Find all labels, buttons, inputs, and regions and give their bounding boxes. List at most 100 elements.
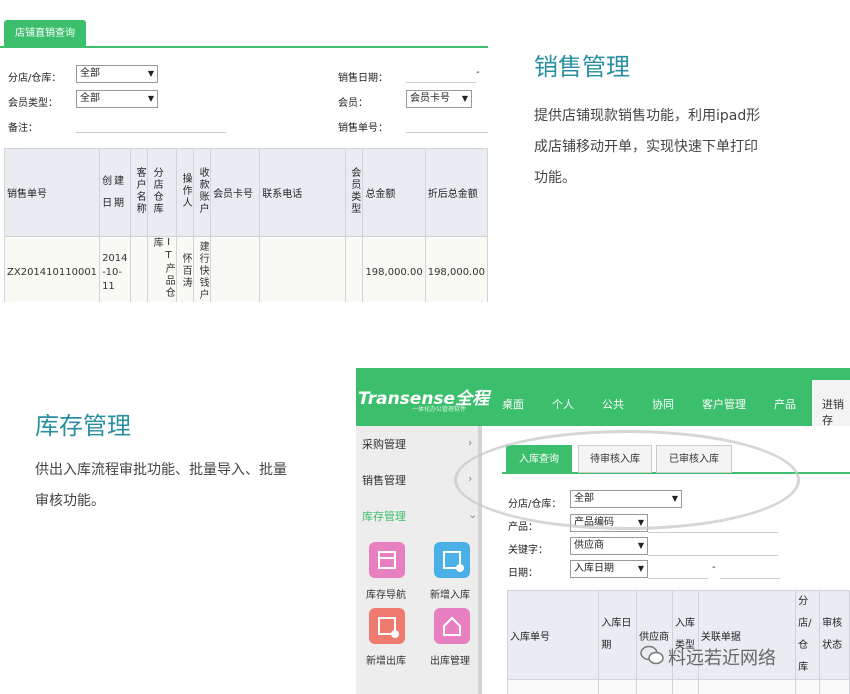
col-member-type[interactable]: 会员类型 xyxy=(348,167,360,215)
sale-date-start-input[interactable] xyxy=(406,82,476,83)
nav-product[interactable]: 产品 xyxy=(774,396,796,412)
col-stock-in-no[interactable]: 入库单号 xyxy=(506,590,600,680)
dropdown-arrow-icon: ▼ xyxy=(461,94,468,103)
date-select-value: 入库日期 xyxy=(574,563,614,574)
sales-heading: 销售管理 xyxy=(534,53,630,81)
cell-phone xyxy=(259,236,346,302)
col-store[interactable]: 分店仓库 xyxy=(150,167,162,215)
date-label: 日期： xyxy=(508,568,538,579)
sale-no-label: 销售单号： xyxy=(338,123,388,134)
dropdown-arrow-icon: ▼ xyxy=(637,564,644,573)
member-label: 会员： xyxy=(338,98,368,109)
col-customer-name[interactable]: 客户名称 xyxy=(133,167,145,215)
brand-tagline: 一体化办公管理软件 xyxy=(412,406,467,413)
col-created-date[interactable]: 创建日期 xyxy=(102,171,126,215)
new-stock-out-label: 新增出库 xyxy=(366,656,406,667)
sales-desc-line2: 成店铺移动开单，实现快速下单打印 xyxy=(534,139,758,155)
member-field-select[interactable]: 会员卡号 ▼ xyxy=(406,90,472,108)
date-separator: - xyxy=(712,562,716,573)
keyword-select-value: 供应商 xyxy=(574,540,604,551)
cell-operator: 怀百涛 xyxy=(180,253,192,289)
cell-member-card xyxy=(210,236,261,302)
stock-out-mgmt-icon[interactable] xyxy=(434,608,470,644)
table-header-row: 销售单号 创建日期 客户名称 分店仓库 操作人 收款账户 会员卡号 联系电话 会… xyxy=(3,148,488,237)
top-nav-bar: Transense全程 一体化办公管理软件 桌面 个人 公共 协同 客户管理 产… xyxy=(356,368,850,427)
col-review-status[interactable]: 审核状态 xyxy=(819,590,850,680)
store-label: 分店/仓库： xyxy=(8,73,62,84)
cell-sale-no: ZX201410110001 xyxy=(3,236,101,302)
watermark-text: 料远若近网络 xyxy=(668,648,776,669)
nav-customer-mgmt[interactable]: 客户管理 xyxy=(702,396,746,412)
inventory-nav-icon[interactable] xyxy=(369,542,405,578)
dropdown-arrow-icon: ▼ xyxy=(147,94,154,103)
sidebar-item-purchase[interactable]: 采购管理 xyxy=(362,436,406,452)
member-type-label: 会员类型： xyxy=(8,98,58,109)
note-label: 备注： xyxy=(8,123,38,134)
keyword-label: 关键字： xyxy=(508,545,548,556)
keyword-select[interactable]: 供应商 ▼ xyxy=(570,537,648,555)
col-total[interactable]: 总金额 xyxy=(362,148,426,237)
sidebar-item-inventory[interactable]: 库存管理 xyxy=(362,508,406,524)
chevron-down-icon: ⌄ xyxy=(468,508,478,521)
nav-public[interactable]: 公共 xyxy=(602,396,624,412)
col-sale-no[interactable]: 销售单号 xyxy=(3,148,101,237)
date-separator: - xyxy=(476,67,480,78)
product-input[interactable] xyxy=(648,532,778,533)
sidebar-item-sales[interactable]: 销售管理 xyxy=(362,472,406,488)
nav-inventory-sales[interactable]: 进销存 xyxy=(812,380,850,427)
empty-cell xyxy=(598,679,638,694)
dropdown-arrow-icon: ▼ xyxy=(147,69,154,78)
store-select-value: 全部 xyxy=(80,68,100,79)
new-stock-out-icon[interactable] xyxy=(369,608,405,644)
col-discounted-total[interactable]: 折后总金额 xyxy=(424,148,488,237)
cell-discounted: 198,000.00 xyxy=(424,236,488,302)
col-member-card[interactable]: 会员卡号 xyxy=(210,148,261,237)
table-row[interactable]: ZX201410110001 2014-10-11 IT产品仓库 怀百涛 建行快… xyxy=(3,236,488,302)
cell-customer xyxy=(130,236,149,302)
cell-date: 2014-10-11 xyxy=(99,236,132,302)
sales-query-screenshot: 店铺直销查询 分店/仓库： 全部 ▼ 会员类型： 全部 ▼ 备注： 销售日期： - … xyxy=(0,0,488,302)
empty-cell xyxy=(795,679,821,694)
member-type-select-value: 全部 xyxy=(80,93,100,104)
tab-store-direct-sales-query[interactable]: 店铺直销查询 xyxy=(4,20,86,48)
table-row[interactable] xyxy=(506,679,850,694)
cell-member-type xyxy=(344,236,364,302)
nav-collaboration[interactable]: 协同 xyxy=(652,396,674,412)
empty-cell xyxy=(697,679,797,694)
date-select[interactable]: 入库日期 ▼ xyxy=(570,560,648,578)
nav-personal[interactable]: 个人 xyxy=(552,396,574,412)
empty-cell xyxy=(671,679,699,694)
stock-in-table: 入库单号 入库日期 供应商 入库类型 关联单据 分店/仓库 审核状态 xyxy=(506,590,850,694)
sale-no-input[interactable] xyxy=(406,132,488,133)
cell-total: 198,000.00 xyxy=(362,236,426,302)
new-stock-in-label: 新增入库 xyxy=(430,590,470,601)
empty-cell xyxy=(819,679,850,694)
date-start-input[interactable] xyxy=(648,578,708,579)
sales-table: 销售单号 创建日期 客户名称 分店仓库 操作人 收款账户 会员卡号 联系电话 会… xyxy=(3,148,488,302)
empty-cell xyxy=(506,679,600,694)
store-select[interactable]: 全部 ▼ xyxy=(76,65,158,83)
member-field-select-value: 会员卡号 xyxy=(410,93,450,104)
col-store[interactable]: 分店/仓库 xyxy=(795,590,821,680)
col-phone[interactable]: 联系电话 xyxy=(259,148,346,237)
inventory-nav-label: 库存导航 xyxy=(366,590,406,601)
col-operator[interactable]: 操作人 xyxy=(179,173,191,209)
empty-cell xyxy=(636,679,673,694)
date-end-input[interactable] xyxy=(720,578,780,579)
nav-desktop[interactable]: 桌面 xyxy=(502,396,524,412)
note-input[interactable] xyxy=(76,132,226,133)
stock-out-mgmt-label: 出库管理 xyxy=(430,656,470,667)
inventory-desc-line2: 审核功能。 xyxy=(35,493,105,509)
keyword-input[interactable] xyxy=(648,555,778,556)
sales-desc-line3: 功能。 xyxy=(534,170,576,186)
sales-desc-line1: 提供店铺现款销售功能，利用ipad形 xyxy=(534,108,761,124)
chevron-right-icon: › xyxy=(468,436,473,449)
new-stock-in-icon[interactable] xyxy=(434,542,470,578)
sale-date-label: 销售日期： xyxy=(338,73,388,84)
col-account[interactable]: 收款账户 xyxy=(196,167,208,215)
inventory-heading: 库存管理 xyxy=(35,412,131,440)
col-stock-in-date[interactable]: 入库日期 xyxy=(598,590,638,680)
cell-store: IT产品仓库 xyxy=(151,237,175,299)
member-type-select[interactable]: 全部 ▼ xyxy=(76,90,158,108)
cell-account: 建行快钱户 xyxy=(197,241,209,301)
